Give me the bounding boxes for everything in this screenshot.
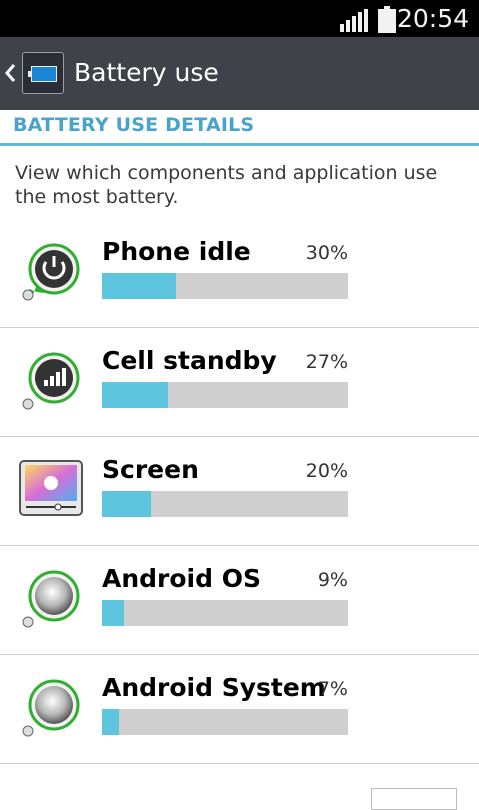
list-item[interactable]: Screen 20% <box>0 437 479 546</box>
list-item[interactable]: Phone idle 30% <box>0 219 479 328</box>
item-percent: 20% <box>305 460 348 482</box>
item-percent: 30% <box>305 242 348 264</box>
usage-bar <box>102 382 348 408</box>
power-icon <box>18 237 84 303</box>
signal-icon <box>18 346 84 412</box>
usage-bar <box>102 709 348 735</box>
status-bar: 20:54 <box>0 0 479 37</box>
item-percent: 7% <box>317 678 348 700</box>
battery-icon <box>378 6 396 33</box>
brightness-icon <box>18 455 84 521</box>
usage-bar-fill <box>102 709 120 735</box>
usage-bar-fill <box>102 273 176 299</box>
item-percent: 9% <box>317 569 348 591</box>
item-name: Cell standby <box>102 346 277 375</box>
android-system-icon <box>18 673 84 739</box>
section-header: BATTERY USE DETAILS <box>13 114 255 136</box>
divider <box>0 763 479 764</box>
section-description: View which components and application us… <box>15 162 438 208</box>
list-item[interactable]: Cell standby 27% <box>0 328 479 437</box>
usage-bar-fill <box>102 382 169 408</box>
usage-bar <box>102 273 348 299</box>
list-item[interactable]: Android OS 9% <box>0 546 479 655</box>
usage-bar <box>102 491 348 517</box>
page-title: Battery use <box>74 58 219 87</box>
usage-bar-fill <box>102 600 125 626</box>
usage-bar <box>102 600 348 626</box>
android-os-icon <box>18 564 84 630</box>
status-time: 20:54 <box>396 4 469 33</box>
action-bar: Battery use <box>0 37 479 110</box>
item-name: Android OS <box>102 564 261 593</box>
item-name: Screen <box>102 455 199 484</box>
section-divider <box>0 143 479 146</box>
list-item[interactable]: Android System 7% <box>0 655 479 764</box>
battery-app-icon[interactable] <box>22 52 64 94</box>
item-name: Phone idle <box>102 237 251 266</box>
chevron-left-icon[interactable] <box>4 59 16 87</box>
partial-next-item <box>371 788 457 810</box>
item-percent: 27% <box>305 351 348 373</box>
signal-bars-icon <box>340 9 368 32</box>
item-name: Android System <box>102 673 326 702</box>
usage-bar-fill <box>102 491 152 517</box>
